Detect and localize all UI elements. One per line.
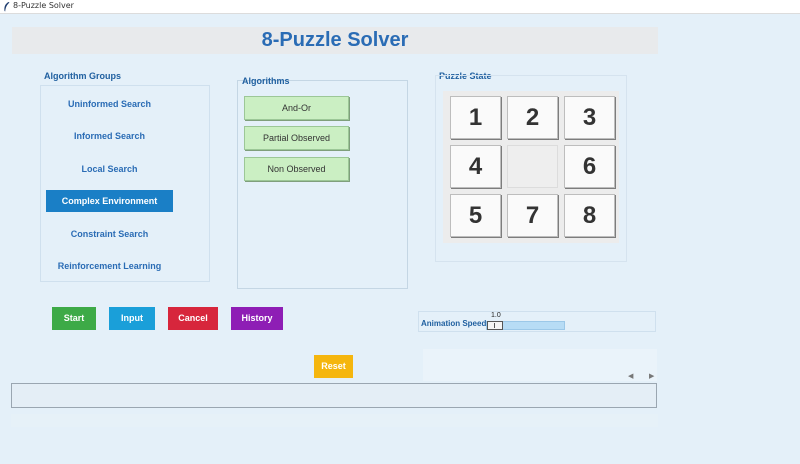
algorithm-partial-observed-button[interactable]: Partial Observed [244,126,349,150]
feather-icon [4,2,10,12]
group-uninformed-search[interactable]: Uninformed Search [46,93,173,115]
puzzle-tile[interactable]: 3 [564,96,615,139]
puzzle-tile[interactable]: 8 [564,194,615,237]
input-button[interactable]: Input [109,307,155,330]
algorithm-groups-heading: Algorithm Groups [44,71,121,81]
group-local-search[interactable]: Local Search [46,158,173,180]
puzzle-tile[interactable]: 2 [507,96,558,139]
page-title: 8-Puzzle Solver [261,29,409,51]
reset-button[interactable]: Reset [314,355,353,378]
group-constraint-search[interactable]: Constraint Search [46,223,173,245]
header-panel: 8-Puzzle Solver [12,27,658,54]
arrow-right-icon[interactable]: ▶ [649,372,654,380]
group-informed-search[interactable]: Informed Search [46,125,173,147]
animation-speed-slider-handle[interactable] [487,321,503,330]
history-button[interactable]: History [231,307,283,330]
animation-speed-value: 1.0 [491,312,501,319]
puzzle-tile[interactable]: 6 [564,145,615,188]
algorithm-non-observed-button[interactable]: Non Observed [244,157,349,181]
arrow-left-icon[interactable]: ◀ [628,372,633,380]
group-complex-environment[interactable]: Complex Environment [46,190,173,212]
algorithms-heading: Algorithms [242,76,290,86]
start-button[interactable]: Start [52,307,96,330]
animation-speed-label: Animation Speed [421,319,487,328]
window-titlebar: 8-Puzzle Solver [0,0,800,14]
puzzle-tile-blank[interactable] [507,145,558,188]
group-reinforcement-learning[interactable]: Reinforcement Learning [46,255,173,277]
algorithm-and-or-button[interactable]: And-Or [244,96,349,120]
puzzle-tile[interactable]: 1 [450,96,501,139]
status-bar [11,414,658,427]
log-panel [423,349,657,381]
puzzle-tile[interactable]: 5 [450,194,501,237]
puzzle-tile[interactable]: 7 [507,194,558,237]
output-field[interactable] [11,383,657,408]
cancel-button[interactable]: Cancel [168,307,218,330]
puzzle-tile[interactable]: 4 [450,145,501,188]
window-title: 8-Puzzle Solver [13,1,74,10]
